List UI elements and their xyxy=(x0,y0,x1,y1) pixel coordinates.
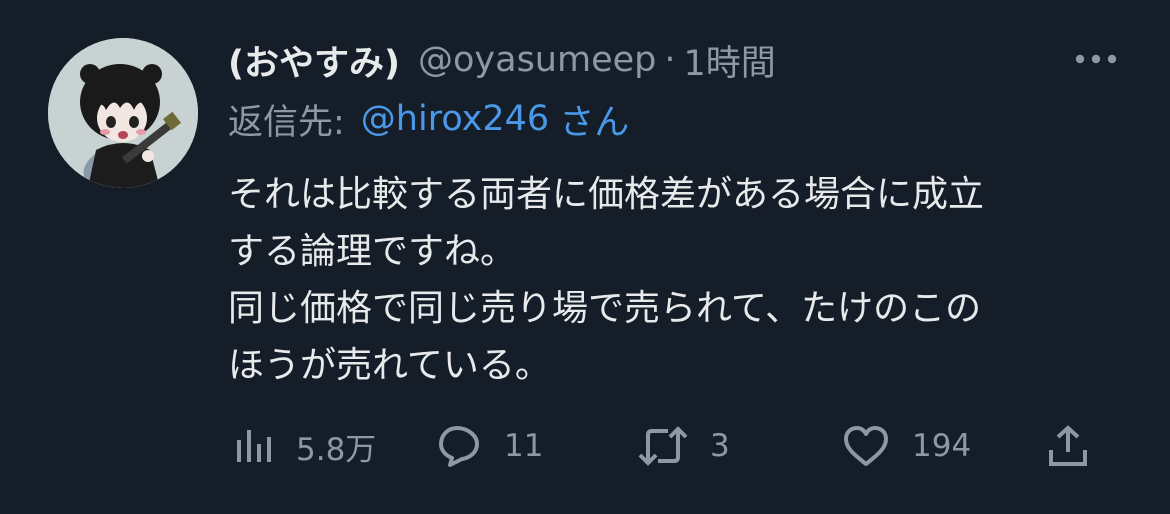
heart-icon xyxy=(844,426,888,466)
retweet-button[interactable]: 3 xyxy=(638,420,730,472)
like-button[interactable]: 194 xyxy=(842,420,971,472)
tweet-header: (おやすみ) @oyasumeep · 1時間 xyxy=(228,34,776,86)
reply-context: 返信先: @hirox246 さん xyxy=(228,94,629,144)
reply-suffix: さん xyxy=(559,102,630,143)
retweet-icon xyxy=(638,426,688,466)
tweet: (おやすみ) @oyasumeep · 1時間 返信先: @hirox246 さ… xyxy=(0,0,1170,514)
avatar[interactable] xyxy=(48,38,198,188)
tweet-text-line: する論理ですね。 xyxy=(228,231,517,272)
action-bar: 5.8万 11 3 194 xyxy=(228,420,1108,472)
retweet-count: 3 xyxy=(710,428,730,464)
reply-to-user-link[interactable]: @hirox246 xyxy=(361,99,549,139)
like-count: 194 xyxy=(912,428,972,464)
reply-bubble-icon xyxy=(439,426,479,467)
views-button[interactable]: 5.8万 xyxy=(234,420,376,472)
reply-prefix: 返信先: xyxy=(228,102,345,143)
reply-button[interactable]: 11 xyxy=(436,420,543,472)
user-handle[interactable]: @oyasumeep xyxy=(418,40,656,80)
reply-count: 11 xyxy=(504,428,544,464)
tweet-text-line: それは比較する両者に価格差がある場合に成立 xyxy=(228,174,985,215)
views-bar-chart-icon xyxy=(237,430,271,462)
timestamp[interactable]: 1時間 xyxy=(684,35,776,86)
display-name[interactable]: (おやすみ) xyxy=(228,35,400,86)
more-dots-icon[interactable] xyxy=(1068,44,1124,74)
separator-dot: · xyxy=(664,40,676,80)
tweet-text: それは比較する両者に価格差がある場合に成立 する論理ですね。 同じ価格で同じ売り… xyxy=(228,166,1128,394)
avatar-illustration xyxy=(48,38,198,188)
tweet-text-line: ほうが売れている。 xyxy=(228,345,551,386)
share-icon xyxy=(1049,425,1087,466)
share-button[interactable] xyxy=(1046,420,1090,472)
tweet-text-line: 同じ価格で同じ売り場で売られて、たけのこの xyxy=(228,288,982,329)
views-count: 5.8万 xyxy=(296,431,377,468)
